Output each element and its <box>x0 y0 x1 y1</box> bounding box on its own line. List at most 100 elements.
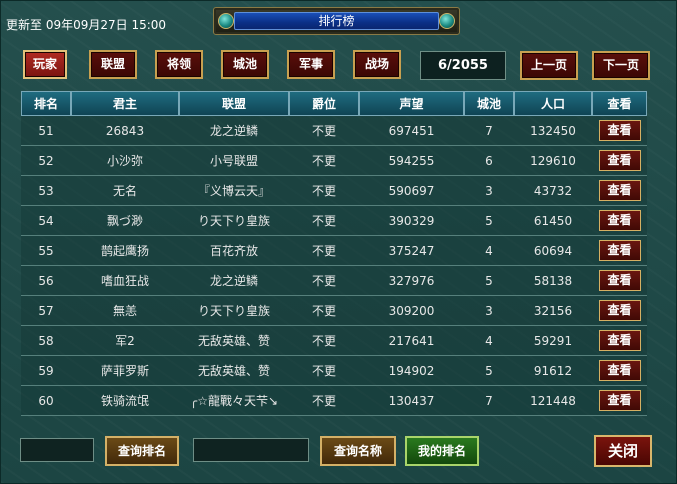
cell-lord: 嗜血狂战 <box>71 266 179 296</box>
cell-alliance: り天下り皇族 <box>179 296 289 326</box>
cell-cities: 4 <box>464 326 514 356</box>
cell-alliance: り天下り皇族 <box>179 206 289 236</box>
cell-rank: 60 <box>21 386 71 416</box>
cell-rank: 51 <box>21 116 71 146</box>
column-header-title: 爵位 <box>289 91 359 116</box>
view-button[interactable]: 查看 <box>598 270 641 291</box>
table-row: 57 無恙 り天下り皇族 不更 309200 3 32156 查看 <box>21 296 647 326</box>
column-header-population: 人口 <box>514 91 592 116</box>
cell-prestige: 594255 <box>359 146 464 176</box>
cell-view: 查看 <box>592 116 647 146</box>
cell-prestige: 590697 <box>359 176 464 206</box>
prev-page-button[interactable]: 上一页 <box>520 51 578 80</box>
next-page-button[interactable]: 下一页 <box>592 51 650 80</box>
cell-view: 查看 <box>592 326 647 356</box>
cell-prestige: 309200 <box>359 296 464 326</box>
cell-cities: 6 <box>464 146 514 176</box>
cell-cities: 5 <box>464 266 514 296</box>
cell-prestige: 194902 <box>359 356 464 386</box>
cell-alliance: 龙之逆鳞 <box>179 266 289 296</box>
query-rank-button[interactable]: 查询排名 <box>105 436 179 466</box>
tab-cities[interactable]: 城池 <box>221 50 269 79</box>
title-ornament-right-icon <box>439 13 455 29</box>
view-button[interactable]: 查看 <box>598 210 641 231</box>
query-name-button[interactable]: 查询名称 <box>320 436 396 466</box>
table-header-row: 排名 君主 联盟 爵位 声望 城池 人口 查看 <box>21 91 647 116</box>
cell-lord: 军2 <box>71 326 179 356</box>
view-button[interactable]: 查看 <box>598 390 641 411</box>
cell-cities: 3 <box>464 296 514 326</box>
cell-lord: 26843 <box>71 116 179 146</box>
cell-alliance: 龙之逆鳞 <box>179 116 289 146</box>
column-header-prestige: 声望 <box>359 91 464 116</box>
name-search-input[interactable] <box>193 438 309 462</box>
cell-population: 121448 <box>514 386 592 416</box>
view-button[interactable]: 查看 <box>598 300 641 321</box>
cell-title: 不更 <box>289 176 359 206</box>
view-button[interactable]: 查看 <box>598 120 641 141</box>
title-ornament-left-icon <box>218 13 234 29</box>
page-indicator: 6/2055 <box>420 51 506 80</box>
cell-view: 查看 <box>592 296 647 326</box>
cell-cities: 7 <box>464 116 514 146</box>
cell-prestige: 130437 <box>359 386 464 416</box>
my-rank-button[interactable]: 我的排名 <box>405 436 479 466</box>
cell-alliance: ╭☆龍戰々天芐↘ <box>179 386 289 416</box>
cell-lord: 小沙弥 <box>71 146 179 176</box>
view-button[interactable]: 查看 <box>598 180 641 201</box>
cell-view: 查看 <box>592 176 647 206</box>
cell-view: 查看 <box>592 386 647 416</box>
cell-population: 60694 <box>514 236 592 266</box>
cell-prestige: 327976 <box>359 266 464 296</box>
table-row: 58 军2 无敌英雄、赞 不更 217641 4 59291 查看 <box>21 326 647 356</box>
table-row: 54 飘づ渺 り天下り皇族 不更 390329 5 61450 查看 <box>21 206 647 236</box>
cell-population: 132450 <box>514 116 592 146</box>
cell-view: 查看 <box>592 266 647 296</box>
cell-population: 61450 <box>514 206 592 236</box>
tab-battlefield[interactable]: 战场 <box>353 50 401 79</box>
view-button[interactable]: 查看 <box>598 240 641 261</box>
cell-title: 不更 <box>289 206 359 236</box>
cell-lord: 无名 <box>71 176 179 206</box>
cell-alliance: 无敌英雄、赞 <box>179 356 289 386</box>
table-row: 55 鹊起鹰扬 百花齐放 不更 375247 4 60694 查看 <box>21 236 647 266</box>
cell-cities: 7 <box>464 386 514 416</box>
column-header-alliance: 联盟 <box>179 91 289 116</box>
cell-prestige: 390329 <box>359 206 464 236</box>
table-row: 56 嗜血狂战 龙之逆鳞 不更 327976 5 58138 查看 <box>21 266 647 296</box>
cell-title: 不更 <box>289 326 359 356</box>
cell-prestige: 697451 <box>359 116 464 146</box>
tab-alliances[interactable]: 联盟 <box>89 50 137 79</box>
cell-cities: 4 <box>464 236 514 266</box>
cell-rank: 53 <box>21 176 71 206</box>
cell-title: 不更 <box>289 116 359 146</box>
cell-alliance: 无敌英雄、赞 <box>179 326 289 356</box>
cell-rank: 57 <box>21 296 71 326</box>
cell-cities: 5 <box>464 206 514 236</box>
cell-title: 不更 <box>289 386 359 416</box>
close-button[interactable]: 关闭 <box>594 435 652 467</box>
cell-lord: 鹊起鹰扬 <box>71 236 179 266</box>
cell-rank: 58 <box>21 326 71 356</box>
update-timestamp: 更新至 09年09月27日 15:00 <box>6 18 167 32</box>
view-button[interactable]: 查看 <box>598 150 641 171</box>
tab-military[interactable]: 军事 <box>287 50 335 79</box>
view-button[interactable]: 查看 <box>598 330 641 351</box>
cell-alliance: 小号联盟 <box>179 146 289 176</box>
cell-population: 129610 <box>514 146 592 176</box>
view-button[interactable]: 查看 <box>598 360 641 381</box>
cell-rank: 56 <box>21 266 71 296</box>
table-row: 60 铁骑流氓 ╭☆龍戰々天芐↘ 不更 130437 7 121448 查看 <box>21 386 647 416</box>
column-header-cities: 城池 <box>464 91 514 116</box>
cell-population: 59291 <box>514 326 592 356</box>
cell-population: 43732 <box>514 176 592 206</box>
cell-rank: 52 <box>21 146 71 176</box>
cell-population: 32156 <box>514 296 592 326</box>
cell-lord: 铁骑流氓 <box>71 386 179 416</box>
cell-cities: 3 <box>464 176 514 206</box>
rank-search-input[interactable] <box>20 438 94 462</box>
cell-rank: 55 <box>21 236 71 266</box>
cell-title: 不更 <box>289 146 359 176</box>
tab-players[interactable]: 玩家 <box>23 50 67 79</box>
tab-generals[interactable]: 将领 <box>155 50 203 79</box>
